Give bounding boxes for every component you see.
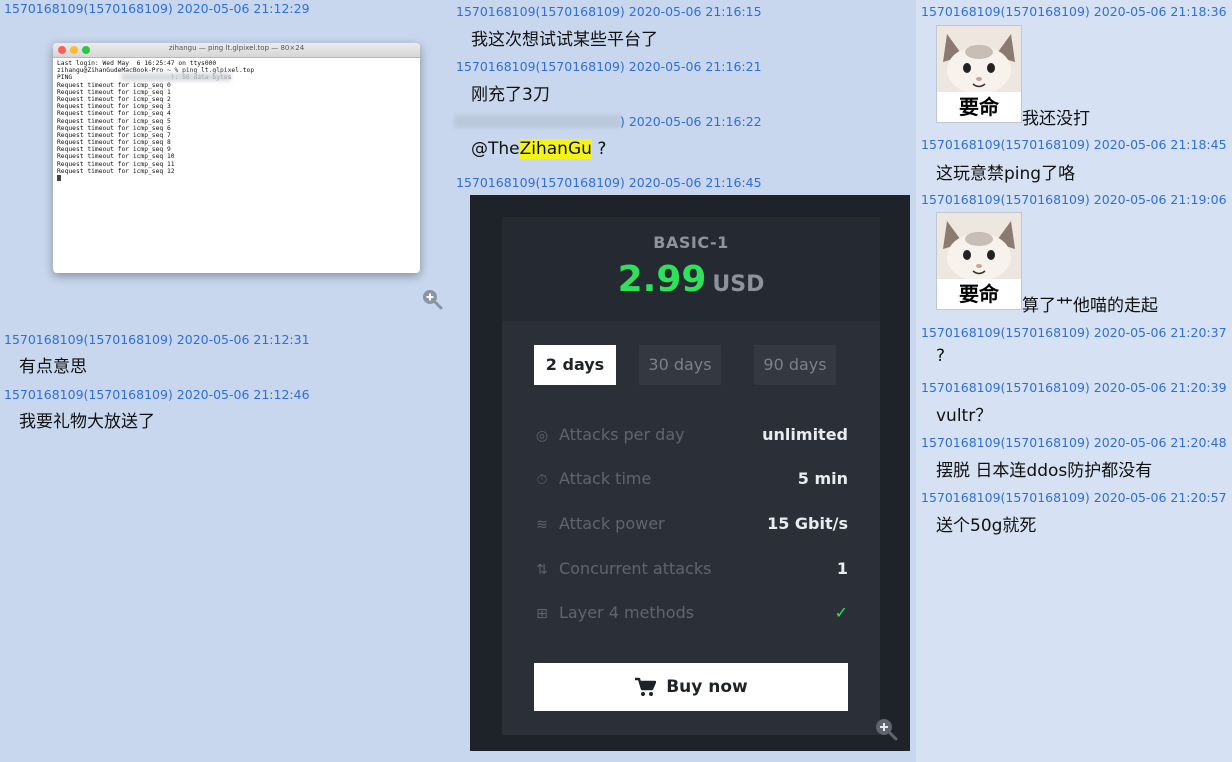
terminal-line: PING ): 56 data bytes bbox=[57, 74, 231, 82]
pricing-card-image[interactable]: BASIC-1 2.99 USD 2 days 30 days 90 days ◎… bbox=[470, 195, 910, 751]
terminal-line: Request timeout for icmp_seq 2 bbox=[57, 95, 171, 103]
feature-label: Concurrent attacks bbox=[559, 559, 712, 578]
sticker-caption: 要命 bbox=[937, 279, 1021, 309]
terminal-line: Request timeout for icmp_seq 7 bbox=[57, 131, 171, 139]
buy-now-label: Buy now bbox=[666, 677, 748, 697]
terminal-line: Request timeout for icmp_seq 11 bbox=[57, 160, 175, 168]
buy-now-button[interactable]: Buy now bbox=[534, 663, 848, 711]
zoom-in-icon[interactable] bbox=[874, 717, 898, 741]
terminal-line: Request timeout for icmp_seq 1 bbox=[57, 88, 171, 96]
feature-value: 5 min bbox=[797, 469, 848, 488]
check-icon: ✓ bbox=[834, 603, 848, 622]
message-text: 算了艹他喵的走起 bbox=[1022, 296, 1158, 316]
tab-2-days[interactable]: 2 days bbox=[534, 345, 616, 385]
price-amount: 2.99 bbox=[617, 259, 707, 300]
message-meta: 1570168109(1570168109) 2020-05-06 21:16:… bbox=[456, 59, 762, 74]
feature-label: Attack power bbox=[559, 514, 665, 533]
message-meta: 1570168109(1570168109) 2020-05-06 21:20:… bbox=[921, 435, 1227, 450]
sticker-caption: 要命 bbox=[937, 92, 1021, 122]
terminal-output: Last login: Wed May 6 16:25:47 on ttys00… bbox=[53, 58, 420, 184]
feature-attacks-per-day: ◎ Attacks per day unlimited bbox=[534, 425, 848, 449]
chat-column-right: 1570168109(1570168109) 2020-05-06 21:18:… bbox=[916, 0, 1232, 762]
message-meta: 1570168109(1570168109) 2020-05-06 21:18:… bbox=[921, 4, 1227, 19]
cart-icon bbox=[635, 677, 657, 696]
feature-label: Attack time bbox=[559, 469, 652, 488]
terminal-screenshot[interactable]: zihangu — ping lt.glpixel.top — 80×24 La… bbox=[53, 43, 420, 273]
message-text: vultr？ bbox=[936, 406, 993, 426]
terminal-cursor bbox=[57, 175, 61, 181]
cat-face-icon bbox=[937, 213, 1021, 283]
message-meta: 1570168109(1570168109) 2020-05-06 21:18:… bbox=[921, 137, 1227, 152]
message-text: 我还没打 bbox=[1022, 109, 1090, 129]
terminal-line: zihangu@ZihanGudeMacBook-Pro ~ % ping lt… bbox=[57, 67, 255, 75]
mention-highlight[interactable]: ZihanGu bbox=[519, 139, 592, 159]
terminal-line: Request timeout for icmp_seq 9 bbox=[57, 146, 171, 154]
tab-30-days[interactable]: 30 days bbox=[639, 345, 721, 385]
message-text: 摆脱 日本连ddos防护都没有 bbox=[936, 461, 1153, 481]
chat-column-left: 1570168109(1570168109) 2020-05-06 21:12:… bbox=[0, 0, 448, 762]
message-text: 有点意思 bbox=[19, 357, 87, 377]
redacted-sender bbox=[454, 115, 622, 128]
message-text: 送个50g就死 bbox=[936, 516, 1037, 536]
message-text: 这玩意禁ping了咯 bbox=[936, 164, 1076, 184]
message-text: 我要礼物大放送了 bbox=[19, 412, 155, 432]
message-text: 我这次想试试某些平台了 bbox=[471, 30, 658, 50]
message-meta: 1570168109(1570168109) 2020-05-06 21:12:… bbox=[4, 387, 310, 402]
message-meta: 1570168109(1570168109) 2020-05-06 21:19:… bbox=[921, 192, 1227, 207]
pricing-body: 2 days 30 days 90 days ◎ Attacks per day… bbox=[502, 321, 880, 735]
feature-attack-power: ≋ Attack power 15 Gbit/s bbox=[534, 514, 848, 538]
cat-sticker[interactable]: 要命 bbox=[936, 25, 1022, 123]
terminal-title: zihangu — ping lt.glpixel.top — 80×24 bbox=[168, 44, 305, 52]
feature-concurrent-attacks: ⇅ Concurrent attacks 1 bbox=[534, 559, 848, 583]
zoom-in-icon[interactable] bbox=[421, 288, 443, 310]
terminal-line: Request timeout for icmp_seq 0 bbox=[57, 81, 171, 89]
chat-column-middle: 1570168109(1570168109) 2020-05-06 21:16:… bbox=[452, 0, 912, 762]
terminal-line: Request timeout for icmp_seq 10 bbox=[57, 153, 175, 161]
terminal-line: Request timeout for icmp_seq 8 bbox=[57, 139, 171, 147]
sort-arrows-icon: ⇅ bbox=[536, 562, 548, 578]
mention-message: @TheZihanGu ? bbox=[471, 139, 606, 159]
message-meta: ) 2020-05-06 21:16:22 bbox=[620, 114, 762, 129]
feature-value: 1 bbox=[836, 559, 848, 578]
feature-label: Attacks per day bbox=[559, 425, 685, 444]
redaction-blur bbox=[121, 73, 231, 81]
cat-sticker[interactable]: 要命 bbox=[936, 212, 1022, 310]
terminal-line: Request timeout for icmp_seq 5 bbox=[57, 117, 171, 125]
message-text: 刚充了3刀 bbox=[471, 85, 550, 105]
feature-layer-4-methods: ⊞ Layer 4 methods ✓ bbox=[534, 603, 848, 627]
tab-90-days[interactable]: 90 days bbox=[754, 345, 836, 385]
feature-value: 15 Gbit/s bbox=[767, 514, 848, 533]
terminal-line: Request timeout for icmp_seq 4 bbox=[57, 110, 171, 118]
terminal-cursor-line bbox=[57, 175, 416, 182]
target-icon: ◎ bbox=[535, 428, 549, 444]
plus-box-icon: ⊞ bbox=[536, 606, 548, 622]
mention-suffix: ? bbox=[591, 139, 607, 159]
message-meta: 1570168109(1570168109) 2020-05-06 21:12:… bbox=[4, 1, 310, 16]
message-meta: 1570168109(1570168109) 2020-05-06 21:20:… bbox=[921, 380, 1227, 395]
message-meta: 1570168109(1570168109) 2020-05-06 21:20:… bbox=[921, 325, 1227, 340]
message-meta: 1570168109(1570168109) 2020-05-06 21:20:… bbox=[921, 490, 1227, 505]
terminal-line: Request timeout for icmp_seq 3 bbox=[57, 103, 171, 111]
price-currency: USD bbox=[712, 272, 765, 297]
terminal-line: Request timeout for icmp_seq 6 bbox=[57, 124, 171, 132]
feature-attack-time: ⏱ Attack time 5 min bbox=[534, 469, 848, 493]
mention-prefix: @The bbox=[471, 139, 520, 159]
stopwatch-icon: ⏱ bbox=[536, 472, 548, 488]
price: 2.99 USD bbox=[502, 259, 880, 300]
feature-value: unlimited bbox=[762, 425, 848, 444]
cat-face-icon bbox=[937, 26, 1021, 96]
wifi-icon: ≋ bbox=[536, 517, 548, 533]
plan-name: BASIC-1 bbox=[653, 233, 729, 252]
terminal-line: Request timeout for icmp_seq 12 bbox=[57, 167, 175, 175]
feature-label: Layer 4 methods bbox=[559, 603, 695, 622]
pricing-header: BASIC-1 2.99 USD bbox=[502, 217, 880, 321]
terminal-titlebar: zihangu — ping lt.glpixel.top — 80×24 bbox=[53, 43, 420, 58]
message-text: ? bbox=[936, 346, 946, 366]
message-meta: 1570168109(1570168109) 2020-05-06 21:16:… bbox=[456, 4, 762, 19]
terminal-line: Last login: Wed May 6 16:25:47 on ttys00… bbox=[57, 60, 217, 67]
message-meta: 1570168109(1570168109) 2020-05-06 21:16:… bbox=[456, 175, 762, 190]
message-meta: 1570168109(1570168109) 2020-05-06 21:12:… bbox=[4, 332, 310, 347]
